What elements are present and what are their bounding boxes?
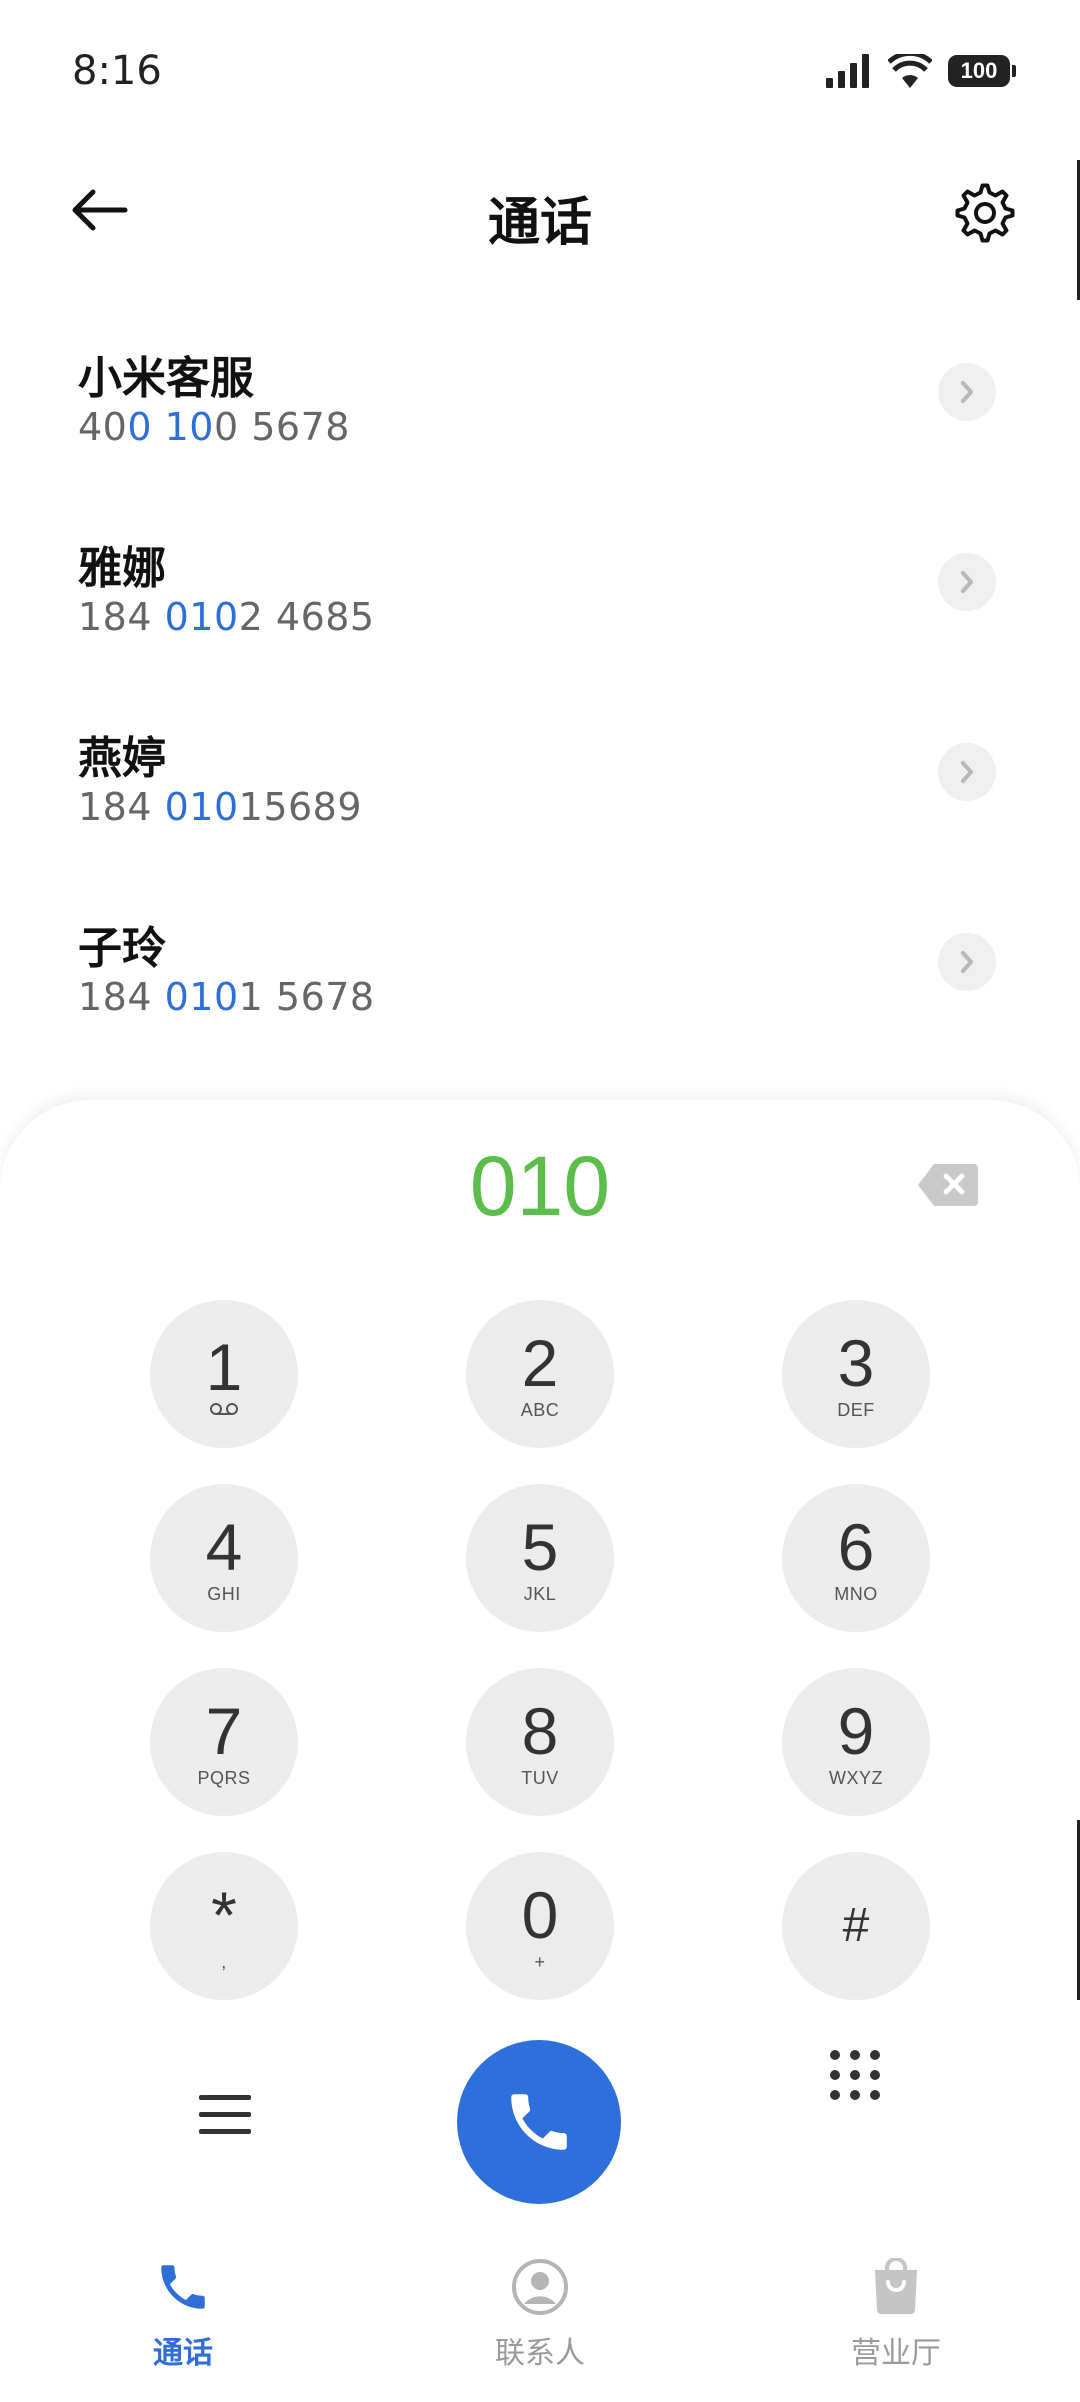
battery-indicator: 100 xyxy=(948,55,1016,87)
status-bar: 8:16 100 xyxy=(0,0,1080,150)
call-button[interactable] xyxy=(457,2040,621,2204)
contact-name: 小米客服 xyxy=(78,353,254,404)
key-2[interactable]: 2 ABC xyxy=(466,1300,614,1448)
page-title: 通话 xyxy=(487,193,592,253)
contact-number: 184 01015689 xyxy=(78,785,363,829)
bottom-nav: 通话 联系人 营业厅 xyxy=(0,2230,1080,2402)
contact-list: 小米客服 400 100 5678 雅娜 184 0102 4685 燕婷 18… xyxy=(0,300,1080,1060)
details-button[interactable] xyxy=(938,363,996,421)
key-0[interactable]: 0 + xyxy=(466,1852,614,2000)
contact-name: 燕婷 xyxy=(78,733,166,784)
details-button[interactable] xyxy=(938,933,996,991)
chevron-right-icon xyxy=(961,761,973,783)
tab-store[interactable]: 营业厅 xyxy=(776,2258,1016,2372)
key-hash[interactable]: # xyxy=(782,1852,930,2000)
key-9[interactable]: 9 WXYZ xyxy=(782,1668,930,1816)
header: 通话 xyxy=(0,150,1080,270)
key-star[interactable]: * , xyxy=(150,1852,298,2000)
settings-button[interactable] xyxy=(950,178,1020,248)
tab-store-label: 营业厅 xyxy=(851,2336,941,2371)
key-5[interactable]: 5 JKL xyxy=(466,1484,614,1632)
chevron-right-icon xyxy=(961,571,973,593)
menu-button[interactable] xyxy=(190,2080,260,2150)
chevron-right-icon xyxy=(961,381,973,403)
phone-icon xyxy=(511,2094,567,2150)
list-item[interactable]: 小米客服 400 100 5678 xyxy=(0,300,1080,490)
contact-number: 400 100 5678 xyxy=(78,405,350,449)
menu-icon xyxy=(199,2095,251,2134)
status-time: 8:16 xyxy=(72,48,162,94)
phone-icon xyxy=(161,2265,205,2309)
tab-contacts[interactable]: 联系人 xyxy=(420,2258,660,2372)
backspace-icon xyxy=(918,1164,978,1206)
contact-person-icon xyxy=(512,2259,568,2315)
key-4[interactable]: 4 GHI xyxy=(150,1484,298,1632)
signal-icon xyxy=(826,54,869,88)
contact-name: 子玲 xyxy=(78,923,166,974)
list-item[interactable]: 子玲 184 0101 5678 xyxy=(0,870,1080,1060)
key-3[interactable]: 3 DEF xyxy=(782,1300,930,1448)
contact-number: 184 0101 5678 xyxy=(78,975,375,1019)
details-button[interactable] xyxy=(938,743,996,801)
tab-contacts-label: 联系人 xyxy=(495,2336,585,2371)
wifi-icon xyxy=(888,54,932,88)
list-item[interactable]: 燕婷 184 01015689 xyxy=(0,680,1080,870)
gear-icon xyxy=(955,183,1015,243)
chevron-right-icon xyxy=(961,951,973,973)
key-7[interactable]: 7 PQRS xyxy=(150,1668,298,1816)
key-8[interactable]: 8 TUV xyxy=(466,1668,614,1816)
tab-calls-label: 通话 xyxy=(153,2336,213,2371)
shopping-bag-icon xyxy=(875,2258,917,2314)
voicemail-icon xyxy=(210,1403,238,1415)
details-button[interactable] xyxy=(938,553,996,611)
key-1[interactable]: 1 xyxy=(150,1300,298,1448)
backspace-button[interactable] xyxy=(916,1162,980,1208)
tab-calls[interactable]: 通话 xyxy=(63,2258,303,2372)
dialpad-panel: 010 1 2 ABC 3 DEF 4 GHI 5 JKL 6 MNO 7 PQ… xyxy=(0,1100,1080,2402)
key-6[interactable]: 6 MNO xyxy=(782,1484,930,1632)
contact-name: 雅娜 xyxy=(78,543,166,594)
contact-number: 184 0102 4685 xyxy=(78,595,375,639)
dialpad-grid-icon xyxy=(830,2050,880,2100)
dialpad-toggle-button[interactable] xyxy=(820,2040,890,2110)
list-item[interactable]: 雅娜 184 0102 4685 xyxy=(0,490,1080,680)
